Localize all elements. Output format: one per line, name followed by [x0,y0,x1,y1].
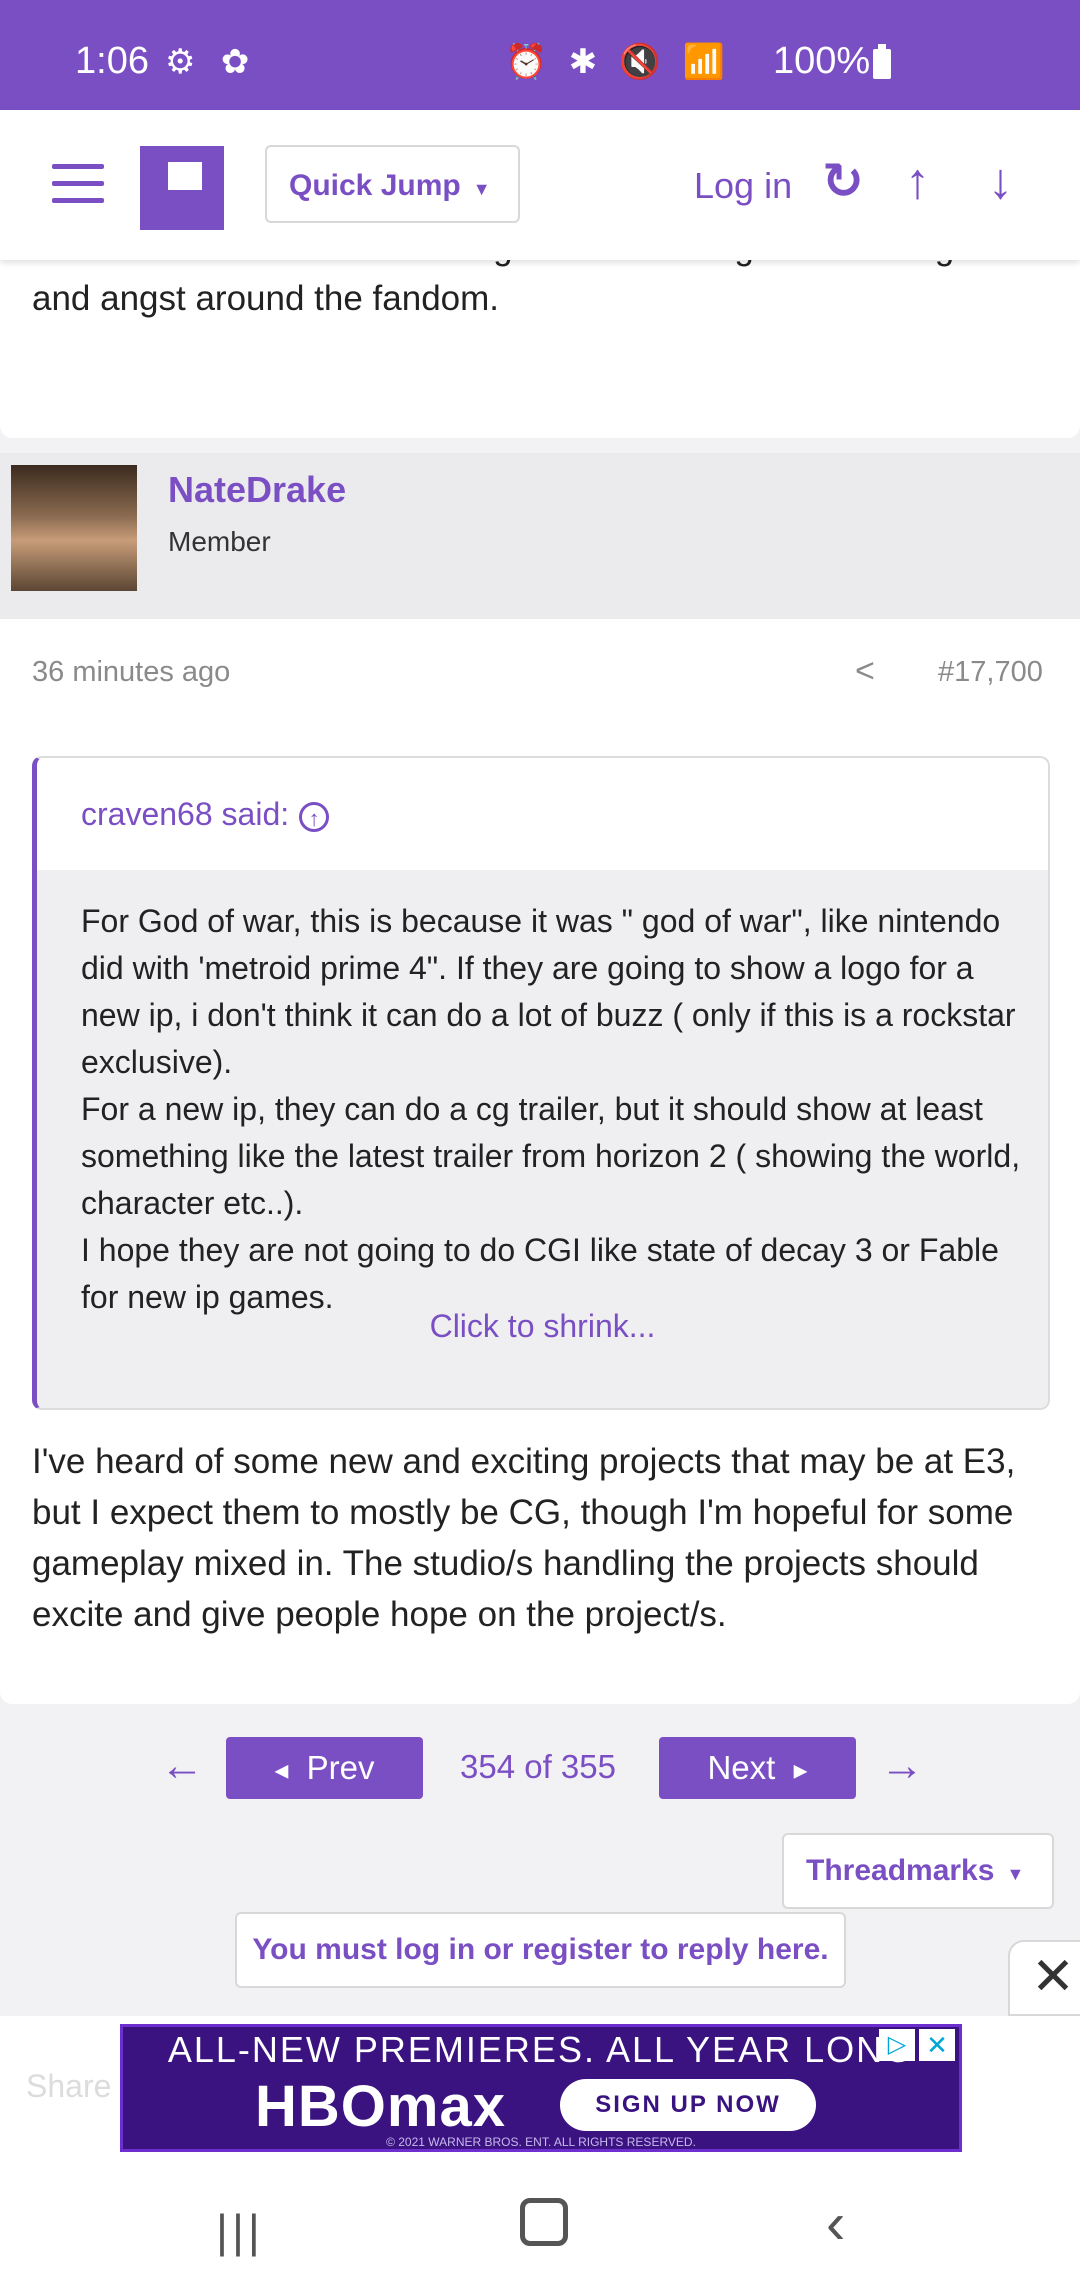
recents-icon[interactable]: ||| [216,2204,264,2258]
post-body: I've heard of some new and exciting proj… [32,1442,1016,1634]
quote-header: craven68 said: ↑ [37,758,1048,870]
next-label: Next [707,1749,776,1786]
quote-block: craven68 said: ↑ For God of war, this is … [32,756,1050,1410]
top-nav: Quick Jump ▼ Log in ↻ ↑ ↓ [0,110,1080,260]
close-ad-icon[interactable]: ✕ [1008,1940,1080,2016]
battery-level: 100% [773,40,871,82]
arrow-down-icon[interactable]: ↓ [988,152,1013,210]
ad-banner[interactable]: ALL-NEW PREMIERES. ALL YEAR LONG HBOmax … [120,2024,962,2152]
quote-paragraph: I hope they are not going to do CGI like… [81,1232,999,1315]
post-author-title: Member [168,526,271,557]
avatar[interactable] [11,465,137,591]
prev-label: Prev [306,1749,375,1786]
triangle-right-icon: ▶ [793,1760,808,1781]
arrow-up-circle-icon[interactable]: ↑ [299,801,330,832]
arrow-left-icon[interactable]: ← [160,1741,204,1791]
system-status-icons: ⏰ ✱ 🔇 📶 [505,43,731,81]
menu-icon[interactable] [52,164,104,204]
quote-author-label: craven68 said: [81,796,290,832]
quote-author[interactable]: craven68 said: ↑ [81,796,330,833]
post-timestamp[interactable]: 36 minutes ago [32,656,230,689]
adchoices-icon[interactable]: ▷ [879,2029,915,2061]
home-icon[interactable] [520,2198,568,2246]
quote-paragraph: For God of war, this is because it was "… [81,903,1016,1080]
status-bar: 1:06 ⚙ ✿ ⏰ ✱ 🔇 📶 100% [0,0,1080,110]
next-button[interactable]: Next ▶ [659,1737,856,1799]
ad-legal: © 2021 WARNER BROS. ENT. ALL RIGHTS RESE… [386,2135,696,2149]
post-author-name[interactable]: NateDrake [168,469,346,511]
back-icon[interactable]: ‹ [826,2190,845,2257]
quote-body: For God of war, this is because it was "… [37,870,1048,1408]
triangle-left-icon: ◀ [274,1760,289,1781]
prev-button[interactable]: ◀ Prev [226,1737,423,1799]
quick-jump-button[interactable]: Quick Jump ▼ [265,145,520,223]
login-to-reply-button[interactable]: You must log in or register to reply her… [235,1912,846,1988]
ad-close-icon[interactable]: ✕ [919,2029,955,2061]
threadmarks-button[interactable]: Threadmarks ▼ [782,1833,1054,1909]
quote-paragraph: For a new ip, they can do a cg trailer, … [81,1091,1021,1221]
status-time: 1:06 [75,40,149,82]
page-indicator[interactable]: 354 of 355 [460,1748,616,1786]
click-to-shrink-link[interactable]: Click to shrink... [37,1308,1048,1345]
system-nav-bar: ||| ‹ [0,2156,1080,2280]
battery-icon [873,44,891,79]
ad-signup-button[interactable]: SIGN UP NOW [560,2079,816,2131]
share-label: Share [26,2068,112,2104]
caret-down-icon: ▼ [472,179,491,199]
logo-icon[interactable] [140,146,224,230]
notification-icons: ⚙ ✿ [165,43,258,81]
ad-headline: ALL-NEW PREMIERES. ALL YEAR LONG [167,2029,915,2070]
post-author-bar: NateDrake Member [0,453,1080,619]
post-number[interactable]: #17,700 [938,656,1043,689]
share-icon[interactable]: < [855,652,875,691]
ad-brand-logo: HBOmax [255,2074,506,2139]
quick-jump-label: Quick Jump [289,169,461,202]
refresh-icon[interactable]: ↻ [822,152,864,210]
arrow-up-icon[interactable]: ↑ [905,152,930,210]
caret-down-icon: ▼ [1006,1864,1025,1884]
login-link[interactable]: Log in [694,165,792,207]
threadmarks-label: Threadmarks [806,1854,995,1887]
quote-text: For God of war, this is because it was "… [81,898,1021,1321]
arrow-right-icon[interactable]: → [880,1741,924,1791]
